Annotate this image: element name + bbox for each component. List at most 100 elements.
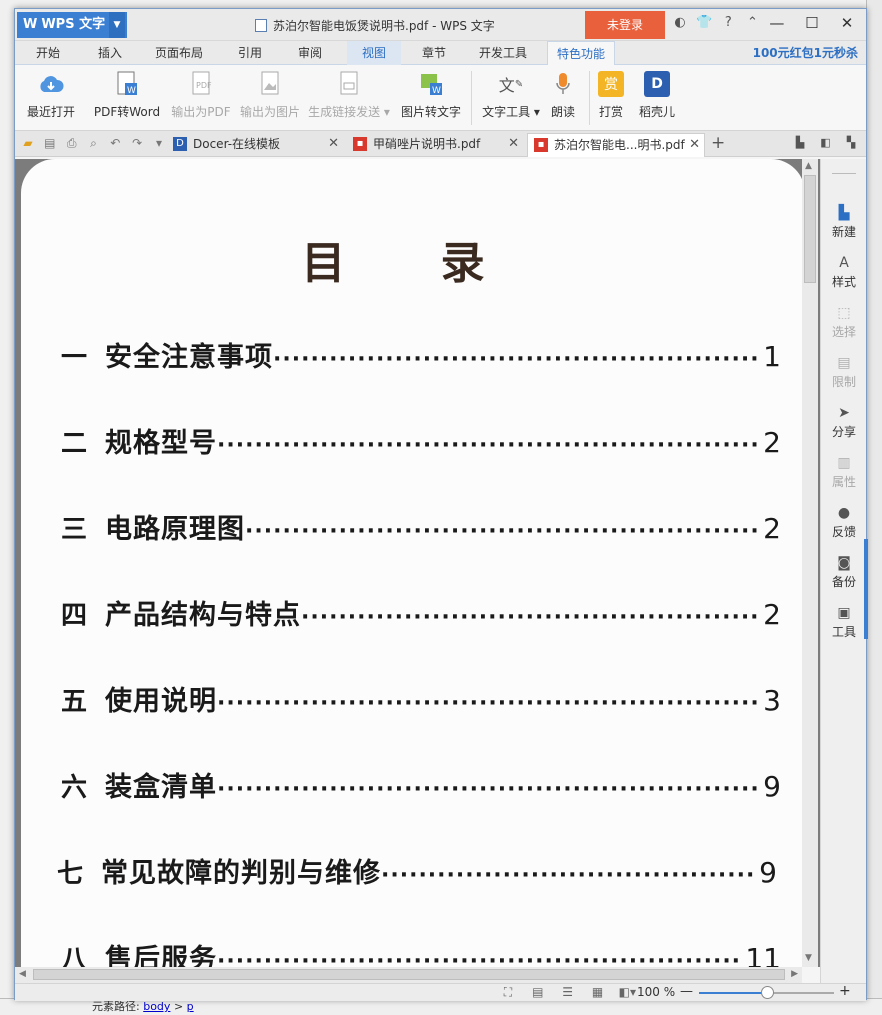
ribbon: 最近打开 W PDF转Word PDF 输出为PDF 输出为图片 生成链接发送 … [15,65,866,131]
skin-icon[interactable]: 👕 [694,15,714,30]
sidebar-item-backup[interactable]: ◙ 备份 [821,555,867,590]
tab-insert[interactable]: 插入 [85,41,135,65]
doc-tab-supor[interactable]: ▪ 苏泊尔智能电...明书.pdf ✕ [527,133,705,157]
select-icon: ⬚ [837,305,851,321]
tab-docer-icon[interactable]: ◧ [815,136,837,149]
sidebar-item-properties[interactable]: ▥ 属性 [821,455,867,490]
text-tool-text: 文字工具 [482,105,531,119]
fit-page-icon[interactable]: ⛶ [495,985,521,1000]
zoom-slider[interactable] [699,986,834,999]
toc-number: 一 [61,343,88,373]
horizontal-scroll-thumb[interactable] [33,969,785,980]
doc-tab-label: Docer-在线模板 [193,137,281,151]
web-view-icon[interactable]: ▦ [584,985,610,999]
close-tab-icon[interactable]: ✕ [689,134,700,156]
page-view-icon[interactable]: ▤ [525,985,551,999]
toc-text: 装盒清单 [105,772,218,803]
sidebar-item-restrict[interactable]: ▤ 限制 [821,355,867,390]
tab-chapter[interactable]: 章节 [409,41,459,65]
scroll-down-icon[interactable]: ▼ [805,953,812,963]
tab-menu-icon[interactable]: ▚ [840,136,862,149]
sidebar-item-share[interactable]: ➤ 分享 [821,405,867,440]
print-icon[interactable]: ⎙ [63,136,81,151]
minimize-icon[interactable]: — [762,14,792,32]
tab-home[interactable]: 开始 [23,41,73,65]
scroll-left-icon[interactable]: ◀ [19,969,26,979]
toc-page: 11 [745,942,781,967]
promo-link[interactable]: 100元红包1元秒杀 [753,41,858,65]
export-pdf-button[interactable]: PDF 输出为PDF [169,71,233,120]
sidebar-item-label: 限制 [831,375,856,389]
share-link-button[interactable]: 生成链接发送 ▾ [307,71,391,120]
close-tab-icon[interactable]: ✕ [508,133,519,155]
sidebar-item-feedback[interactable]: ● 反馈 [821,505,867,540]
vertical-scrollbar[interactable]: ▲ ▼ [802,159,818,967]
reward-button[interactable]: 赏 打赏 [595,71,627,120]
tab-special-features[interactable]: 特色功能 [547,41,615,65]
toc-item: 五 使用说明 3 [61,679,781,718]
chevron-down-icon[interactable]: ▼ [109,12,125,38]
theme-icon[interactable]: ◐ [670,15,690,30]
ribbon-separator [589,71,590,125]
maximize-icon[interactable]: ☐ [797,14,827,32]
svg-text:W: W [127,86,136,96]
horizontal-scrollbar[interactable]: ◀ ▶ [15,967,802,983]
doc-tab-metronidazole[interactable]: ▪ 甲硝唑片说明书.pdf ✕ [347,133,523,157]
login-button[interactable]: 未登录 [585,11,665,39]
element-path-body-link[interactable]: body [143,1000,170,1013]
collapse-ribbon-icon[interactable]: ⌃ [742,15,762,30]
save-icon[interactable]: ▤ [41,136,59,150]
recent-open-button[interactable]: 最近打开 [23,71,79,120]
export-image-button[interactable]: 输出为图片 [237,71,303,120]
toc-item: 四 产品结构与特点 2 [61,593,781,632]
sidebar-item-style[interactable]: A 样式 [821,255,867,290]
sidebar-item-select[interactable]: ⬚ 选择 [821,305,867,340]
text-tool-button[interactable]: 文 ✎ 文字工具 ▾ [479,71,543,120]
window-title-text: 苏泊尔智能电饭煲说明书.pdf - WPS 文字 [273,19,495,33]
tab-reference[interactable]: 引用 [225,41,275,65]
element-path-p-link[interactable]: p [187,1000,194,1013]
chevron-down-icon[interactable]: ▾ [150,136,168,150]
tab-developer[interactable]: 开发工具 [469,41,537,65]
redo-icon[interactable]: ↷ [128,136,146,150]
scroll-up-icon[interactable]: ▲ [805,161,812,171]
quick-access-toolbar: ▰ ▤ ⎙ ⌕ ↶ ↷ ▾ [19,136,168,151]
tab-review[interactable]: 审阅 [285,41,335,65]
close-icon[interactable]: ✕ [832,14,862,32]
wps-window: W WPS 文字 ▼ 苏泊尔智能电饭煲说明书.pdf - WPS 文字 未登录 ◐… [14,8,868,1001]
sidebar-item-label: 备份 [831,575,856,589]
image-to-text-button[interactable]: W 图片转文字 [397,71,465,120]
tab-list-icon[interactable]: ▙ [789,136,811,149]
new-tab-icon[interactable]: + [711,133,725,153]
read-aloud-button[interactable]: 朗读 [545,71,581,120]
undo-icon[interactable]: ↶ [106,136,124,150]
sidebar-grip[interactable] [832,173,856,174]
svg-text:W: W [432,86,441,96]
pdf-to-word-button[interactable]: W PDF转Word [91,71,163,120]
sidebar-item-new[interactable]: ▙ 新建 [821,205,867,240]
scroll-right-icon[interactable]: ▶ [791,969,798,979]
docer-button[interactable]: D 稻壳儿 [635,71,679,120]
vertical-scroll-thumb[interactable] [804,175,816,283]
zoom-slider-knob[interactable] [760,986,774,999]
sidebar-item-tools[interactable]: ▣ 工具 [821,605,867,640]
open-folder-icon[interactable]: ▰ [19,136,37,150]
toc-item: 二 规格型号 2 [61,421,781,460]
toc-text: 规格型号 [105,428,218,459]
toc-item: 八 售后服务 11 [61,937,781,967]
help-icon[interactable]: ? [718,15,738,30]
close-tab-icon[interactable]: ✕ [328,133,339,155]
text-tool-icon: 文 ✎ [498,76,524,95]
document-canvas[interactable]: 目 录 一 安全注意事项 1 二 规格型号 2 三 电路原理图 2 四 [15,159,820,967]
zoom-in-icon[interactable]: + [839,983,851,999]
print-preview-icon[interactable]: ⌕ [84,136,102,151]
doc-tab-docer[interactable]: D Docer-在线模板 ✕ [167,133,343,157]
outline-view-icon[interactable]: ☰ [555,985,581,999]
ribbon-separator [471,71,472,125]
tab-view[interactable]: 视图 [347,41,401,65]
app-menu-button[interactable]: W WPS 文字 ▼ [17,12,127,38]
sidebar-item-label: 属性 [831,475,856,489]
tab-page-layout[interactable]: 页面布局 [145,41,213,65]
zoom-out-icon[interactable]: — [680,984,693,999]
pdf-icon: ▪ [534,138,548,152]
